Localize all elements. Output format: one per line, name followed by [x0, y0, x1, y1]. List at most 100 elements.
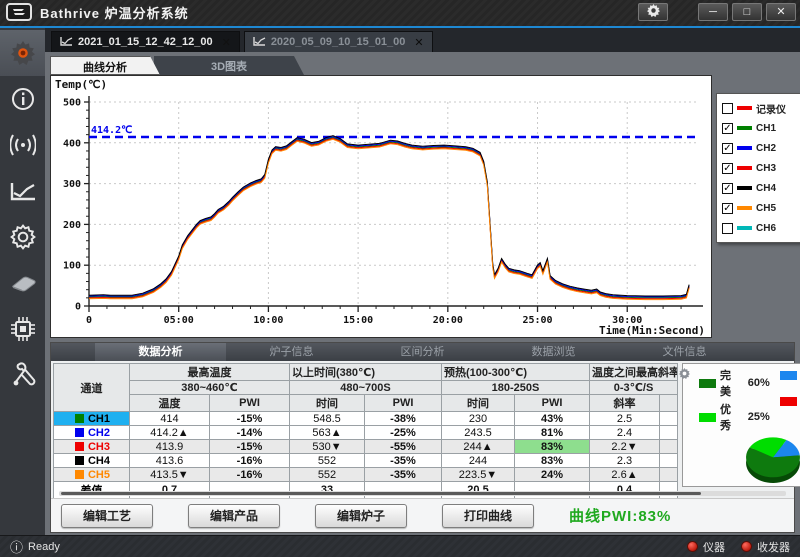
analysis-tab-0[interactable]: 数据分析 [95, 343, 226, 361]
legend-label: CH5 [756, 203, 776, 214]
analysis-tab-1[interactable]: 炉子信息 [226, 343, 357, 361]
temperature-chart[interactable]: 0100200300400500005:0010:0015:0020:0025:… [50, 75, 712, 338]
channel-cell[interactable]: CH2 [54, 426, 130, 440]
data-cell: 552 [290, 468, 365, 482]
data-cell: -25% [365, 426, 442, 440]
col-header: 温度 [130, 395, 210, 412]
legend-checkbox[interactable]: ✓ [722, 163, 733, 174]
pie-legend-swatch [699, 413, 716, 422]
titlebar-settings-button[interactable] [638, 3, 668, 21]
svg-text:400: 400 [63, 138, 81, 149]
scrollbar-thumb[interactable] [61, 492, 701, 495]
sidebar-item-tools[interactable] [0, 352, 45, 398]
legend-item-CH3[interactable]: ✓ CH3 [722, 158, 796, 178]
channel-cell[interactable]: CH1 [54, 412, 130, 426]
svg-text:100: 100 [63, 261, 81, 272]
button-1[interactable]: 编辑产品 [188, 504, 280, 528]
col-header-channel: 通道 [54, 364, 130, 412]
pie-legend-swatch [780, 371, 797, 380]
legend-color-swatch [737, 226, 752, 230]
col-header: PWI [515, 395, 590, 412]
sidebar-item-curve[interactable] [0, 168, 45, 214]
button-0[interactable]: 编辑工艺 [61, 504, 153, 528]
legend-checkbox[interactable]: ✓ [722, 203, 733, 214]
file-tab-close-icon[interactable]: ✕ [410, 36, 423, 49]
analysis-tab-3[interactable]: 数据浏览 [488, 343, 619, 361]
sidebar-item-info[interactable] [0, 76, 45, 122]
channel-cell[interactable]: CH4 [54, 454, 130, 468]
table-row-CH2[interactable]: CH2414.2▲-14%563▲-25%243.581%2.4 [54, 426, 678, 440]
svg-text:Temp(℃): Temp(℃) [55, 78, 107, 91]
curve-file-icon [60, 36, 73, 49]
maximize-button[interactable]: □ [732, 3, 762, 21]
sidebar-item-chip[interactable] [0, 306, 45, 352]
table-row-CH3[interactable]: CH3413.9-15%530▼-55%244▲83%2.2▼ [54, 440, 678, 454]
table-row-CH4[interactable]: CH4413.6-16%552-35%24483%2.3 [54, 454, 678, 468]
chip-icon [10, 316, 36, 342]
col-group-title: 最高温度 [130, 364, 290, 381]
svg-text:15:00: 15:00 [343, 315, 373, 326]
legend-item-CH2[interactable]: ✓CH2 [722, 138, 796, 158]
button-3[interactable]: 打印曲线 [442, 504, 534, 528]
pie-settings-icon[interactable] [679, 368, 690, 382]
horizontal-scrollbar[interactable] [59, 491, 786, 496]
legend-checkbox[interactable] [722, 223, 733, 234]
analysis-tab-2[interactable]: 区间分析 [357, 343, 488, 361]
sidebar-item-gear-color[interactable] [0, 30, 45, 76]
tab-3d-chart[interactable]: 3D图表 [154, 56, 304, 75]
svg-text:500: 500 [63, 98, 81, 109]
pie-legend-item-优秀: 优秀25% [699, 401, 770, 433]
data-cell: -14% [210, 426, 290, 440]
sidebar-item-eraser[interactable] [0, 260, 45, 306]
table-row-CH5[interactable]: CH5413.5▼-16%552-35%223.5▼24%2.6▲ [54, 468, 678, 482]
legend-item-记录仪[interactable]: 记录仪 [722, 98, 796, 118]
series-CH4 [89, 136, 689, 296]
svg-text:05:00: 05:00 [164, 315, 194, 326]
channel-cell[interactable]: CH5 [54, 468, 130, 482]
channel-color-swatch [75, 428, 84, 437]
file-tab-1[interactable]: 2020_05_09_10_15_01_00✕ [244, 31, 433, 52]
analysis-tab-4[interactable]: 文件信息 [619, 343, 750, 361]
col-header: 斜率 [590, 395, 660, 412]
legend-item-CH4[interactable]: ✓CH4 [722, 178, 796, 198]
data-cell: -16% [210, 468, 290, 482]
data-cell [660, 412, 678, 426]
data-cell: 230 [442, 412, 515, 426]
sidebar-item-gear-outline[interactable] [0, 214, 45, 260]
button-2[interactable]: 编辑炉子 [315, 504, 407, 528]
legend-checkbox[interactable]: ✓ [722, 183, 733, 194]
pie-legend-item-完美: 完美60% [699, 367, 770, 399]
channel-cell[interactable]: CH3 [54, 440, 130, 454]
data-cell: -16% [210, 454, 290, 468]
pie-legend: 完美60%优秀25%合格15%不合格0% [685, 367, 800, 433]
legend-checkbox[interactable]: ✓ [722, 123, 733, 134]
legend-label: 记录仪 [756, 101, 786, 116]
channel-color-swatch [75, 414, 84, 423]
legend-item-CH1[interactable]: ✓CH1 [722, 118, 796, 138]
col-header: 时间 [290, 395, 365, 412]
data-cell: -38% [365, 412, 442, 426]
legend-checkbox[interactable]: ✓ [722, 143, 733, 154]
pwi-pie-chart [685, 433, 800, 486]
legend-label: CH3 [756, 163, 776, 174]
data-cell: 83% [515, 454, 590, 468]
tab-curve-analysis[interactable]: 曲线分析 [50, 56, 160, 75]
legend-color-swatch [737, 186, 752, 190]
legend-item-CH5[interactable]: ✓ CH5 [722, 198, 796, 218]
close-button[interactable]: ✕ [766, 3, 796, 21]
pie-legend-swatch [780, 397, 797, 406]
table-row-CH1[interactable]: CH1414-15%548.5-38%23043%2.5 [54, 412, 678, 426]
sidebar-item-wireless[interactable] [0, 122, 45, 168]
legend-item-CH6[interactable]: CH6 [722, 218, 796, 238]
data-cell: 244▲ [442, 440, 515, 454]
file-tab-0[interactable]: 2021_01_15_12_42_12_00✕ [51, 31, 240, 52]
data-cell: 83% [515, 440, 590, 454]
minimize-button[interactable]: ─ [698, 3, 728, 21]
svg-text:0: 0 [86, 315, 92, 326]
pie-legend-label: 完美 [720, 367, 740, 399]
legend-checkbox[interactable] [722, 103, 733, 114]
transceiver-status-icon [741, 541, 752, 552]
file-tab-close-icon[interactable]: ✕ [218, 36, 231, 49]
data-cell [660, 454, 678, 468]
file-tab-bar: 2021_01_15_12_42_12_00✕2020_05_09_10_15_… [45, 28, 800, 52]
